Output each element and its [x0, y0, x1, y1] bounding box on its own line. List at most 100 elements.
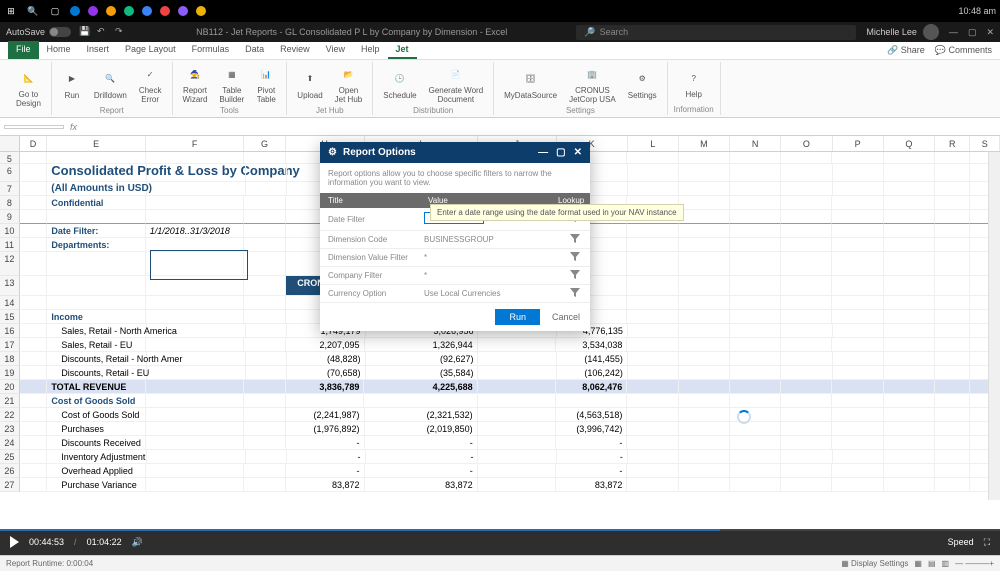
cell[interactable] [286, 394, 365, 408]
cell[interactable] [679, 380, 730, 394]
cell[interactable] [147, 324, 245, 338]
cell[interactable] [627, 380, 678, 394]
cell[interactable]: - [557, 450, 628, 464]
cell[interactable] [935, 450, 970, 464]
cell[interactable]: (48,828) [287, 352, 366, 366]
cell[interactable] [832, 478, 883, 492]
cell[interactable] [20, 224, 48, 238]
cell[interactable] [832, 252, 883, 276]
cell[interactable]: (2,019,850) [365, 422, 478, 436]
app-icon[interactable] [178, 6, 188, 16]
cell[interactable] [244, 238, 285, 252]
ribbon-settings-button[interactable]: ⚙Settings [624, 67, 661, 102]
cell[interactable] [781, 380, 832, 394]
volume-icon[interactable]: 🔊 [132, 537, 143, 548]
cell[interactable] [20, 196, 48, 210]
cell[interactable] [884, 338, 935, 352]
cell[interactable] [781, 164, 832, 182]
lookup-button[interactable] [560, 252, 590, 264]
cell[interactable] [781, 338, 832, 352]
cell[interactable] [246, 324, 287, 338]
row-header[interactable]: 26 [0, 464, 20, 478]
cell[interactable]: - [556, 464, 627, 478]
col-header-N[interactable]: N [730, 136, 781, 151]
cell[interactable] [781, 196, 832, 210]
cell[interactable] [884, 164, 935, 182]
cell[interactable] [20, 324, 48, 338]
row-header[interactable]: 11 [0, 238, 20, 252]
cell[interactable] [627, 276, 678, 296]
cell[interactable] [20, 352, 48, 366]
cell[interactable]: (2,321,532) [365, 408, 478, 422]
cell[interactable] [935, 296, 971, 310]
cell[interactable] [20, 164, 48, 182]
cell[interactable] [781, 366, 832, 380]
cell[interactable]: - [286, 464, 365, 478]
cell[interactable] [833, 352, 884, 366]
lookup-button[interactable] [560, 270, 590, 282]
cell[interactable] [146, 436, 244, 450]
cell[interactable] [884, 224, 935, 238]
app-icon[interactable] [160, 6, 170, 16]
cell[interactable] [478, 366, 557, 380]
cell[interactable] [832, 394, 883, 408]
cell[interactable]: Income [47, 310, 145, 324]
cell[interactable] [627, 338, 678, 352]
cell[interactable] [832, 310, 883, 324]
cell[interactable]: 3,836,789 [286, 380, 365, 394]
cell[interactable] [832, 464, 883, 478]
cell[interactable] [781, 436, 832, 450]
cell[interactable] [679, 338, 730, 352]
cell[interactable] [478, 450, 557, 464]
cell[interactable] [935, 366, 970, 380]
col-header-S[interactable]: S [970, 136, 1000, 151]
cell[interactable] [244, 464, 285, 478]
cell[interactable] [628, 450, 679, 464]
cell[interactable] [627, 408, 678, 422]
app-icon[interactable] [106, 6, 116, 16]
cell[interactable] [246, 164, 287, 182]
cell[interactable] [935, 210, 971, 224]
cell[interactable] [884, 210, 935, 224]
cell[interactable] [628, 164, 679, 182]
cell[interactable] [935, 224, 971, 238]
cell[interactable] [20, 238, 48, 252]
cell[interactable] [244, 252, 285, 276]
cell[interactable] [730, 224, 781, 238]
cell[interactable] [884, 380, 935, 394]
app-icon[interactable] [88, 6, 98, 16]
dialog-maximize-icon[interactable]: ▢ [556, 147, 565, 158]
cell[interactable] [781, 324, 832, 338]
cell[interactable] [730, 164, 781, 182]
col-header-E[interactable]: E [47, 136, 146, 151]
cell[interactable] [146, 380, 244, 394]
cell[interactable] [679, 324, 730, 338]
cell[interactable] [679, 164, 730, 182]
cell[interactable] [884, 296, 935, 310]
cell[interactable]: Inventory Adjustment [47, 450, 147, 464]
cell[interactable] [146, 394, 244, 408]
cell[interactable] [935, 408, 971, 422]
cell[interactable]: 83,872 [556, 478, 627, 492]
cell[interactable]: Consolidated Profit & Loss by Company [47, 164, 147, 182]
cell[interactable] [730, 450, 781, 464]
cell[interactable] [679, 276, 730, 296]
tell-me-search[interactable]: 🔎 Search [576, 25, 856, 40]
row-header[interactable]: 20 [0, 380, 20, 394]
cell[interactable] [627, 224, 678, 238]
cell[interactable] [679, 450, 730, 464]
col-header-F[interactable]: F [146, 136, 245, 151]
close-icon[interactable]: ✕ [986, 27, 994, 38]
ribbon-tab-insert[interactable]: Insert [79, 41, 118, 59]
cell[interactable] [730, 366, 781, 380]
cell[interactable]: Cost of Goods Sold [47, 408, 146, 422]
cell[interactable] [730, 210, 781, 224]
cell[interactable]: Discounts, Retail - North Amer [47, 352, 147, 366]
ribbon-check-button[interactable]: ✓CheckError [135, 62, 166, 106]
cell[interactable] [781, 252, 832, 276]
cell[interactable] [935, 252, 971, 276]
cell[interactable] [146, 464, 244, 478]
cell[interactable] [935, 310, 971, 324]
cell[interactable] [730, 436, 781, 450]
col-header-Q[interactable]: Q [884, 136, 935, 151]
